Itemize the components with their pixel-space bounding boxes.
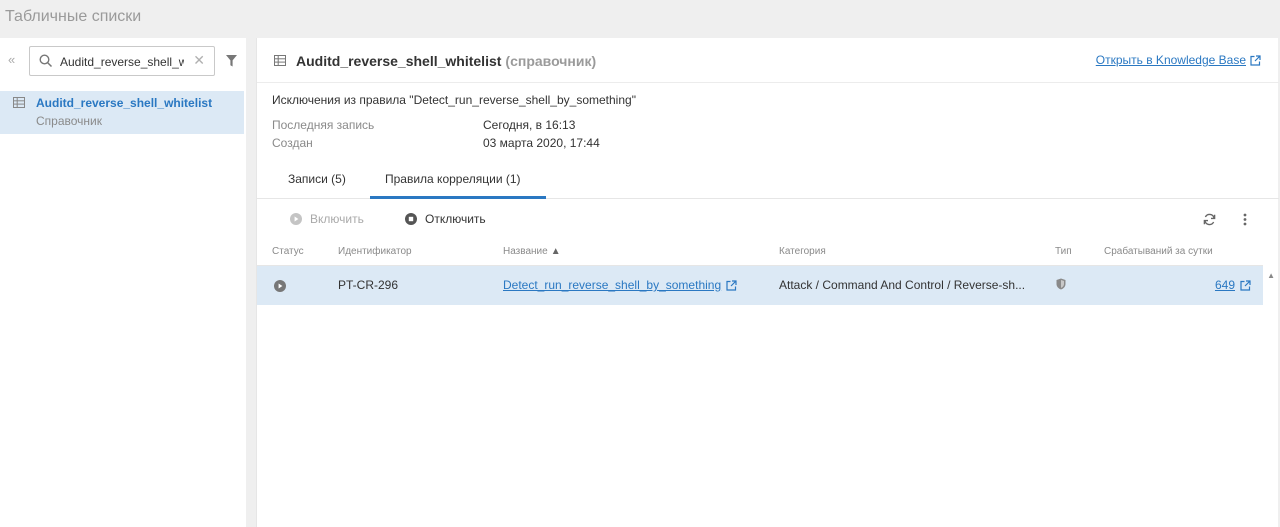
left-panel: « ✕ Auditd_reverse_shell_whitelist Справ… xyxy=(0,38,246,527)
stop-icon xyxy=(405,213,417,225)
search-input[interactable] xyxy=(60,53,184,71)
shield-icon xyxy=(1056,278,1066,290)
last-record-value: Сегодня, в 16:13 xyxy=(483,118,576,132)
open-in-knowledge-base-link[interactable]: Открыть в Knowledge Base xyxy=(1096,53,1261,67)
toolbar: Включить Отключить xyxy=(257,201,1279,237)
enable-button[interactable]: Включить xyxy=(290,212,364,226)
search-icon xyxy=(39,54,53,68)
list-item[interactable]: Auditd_reverse_shell_whitelist Справочни… xyxy=(0,91,244,134)
description: Исключения из правила "Detect_run_revers… xyxy=(272,93,636,107)
page-title: Табличные списки xyxy=(5,8,142,25)
external-link-icon xyxy=(726,280,737,291)
status-disabled-icon xyxy=(274,280,286,292)
rule-category: Attack / Command And Control / Reverse-s… xyxy=(779,278,1026,292)
external-link-icon xyxy=(1240,280,1251,291)
play-icon xyxy=(290,213,302,225)
column-header-category[interactable]: Категория xyxy=(779,246,826,257)
hits-count-link[interactable]: 649 xyxy=(1215,278,1251,292)
clear-search-icon[interactable]: ✕ xyxy=(193,52,205,69)
list-kind: (справочник) xyxy=(505,53,597,69)
column-header-name-label: Название xyxy=(503,246,548,257)
external-link-icon xyxy=(1250,55,1261,66)
rule-name-link[interactable]: Detect_run_reverse_shell_by_something xyxy=(503,278,737,292)
column-header-type[interactable]: Тип xyxy=(1055,246,1072,257)
refresh-icon[interactable] xyxy=(1203,213,1216,226)
list-name: Auditd_reverse_shell_whitelist xyxy=(296,53,502,69)
detail-header: Auditd_reverse_shell_whitelist (справочни… xyxy=(257,38,1279,83)
column-header-hits[interactable]: Срабатываний за сутки xyxy=(1104,246,1213,257)
disable-button[interactable]: Отключить xyxy=(405,212,486,226)
sort-ascending-icon: ▲ xyxy=(550,246,561,257)
rule-name: Detect_run_reverse_shell_by_something xyxy=(503,278,722,292)
column-header-status[interactable]: Статус xyxy=(272,246,304,257)
disable-label: Отключить xyxy=(425,212,486,226)
table-icon xyxy=(13,97,25,108)
search-box[interactable]: ✕ xyxy=(29,46,215,76)
last-record-label: Последняя запись xyxy=(272,118,375,132)
table-icon xyxy=(274,55,286,66)
tabs: Записи (5) Правила корреляции (1) xyxy=(257,163,1279,199)
detail-title: Auditd_reverse_shell_whitelist (справочни… xyxy=(296,53,596,69)
more-options-icon[interactable] xyxy=(1243,213,1247,226)
created-value: 03 марта 2020, 17:44 xyxy=(483,136,600,150)
active-tab-indicator xyxy=(370,196,546,199)
enable-label: Включить xyxy=(310,212,364,226)
filter-icon[interactable] xyxy=(226,55,237,67)
tab-records[interactable]: Записи (5) xyxy=(288,172,346,186)
collapse-sidebar-button[interactable]: « xyxy=(8,52,15,67)
hits-count: 649 xyxy=(1214,278,1235,292)
list-item-title: Auditd_reverse_shell_whitelist xyxy=(36,96,213,110)
kb-link-label: Открыть в Knowledge Base xyxy=(1095,53,1246,67)
scrollbar-up-arrow[interactable]: ▲ xyxy=(1267,271,1275,280)
main-panel: Auditd_reverse_shell_whitelist (справочни… xyxy=(256,38,1279,527)
column-header-id[interactable]: Идентификатор xyxy=(338,246,412,257)
tab-correlation-rules[interactable]: Правила корреляции (1) xyxy=(385,172,521,186)
list-item-subtitle: Справочник xyxy=(36,114,102,128)
column-header-name[interactable]: Название ▲ xyxy=(503,246,561,257)
rule-id: PT-CR-296 xyxy=(338,278,399,292)
created-label: Создан xyxy=(272,136,313,150)
table-row[interactable]: PT-CR-296 Detect_run_reverse_shell_by_so… xyxy=(257,265,1263,305)
